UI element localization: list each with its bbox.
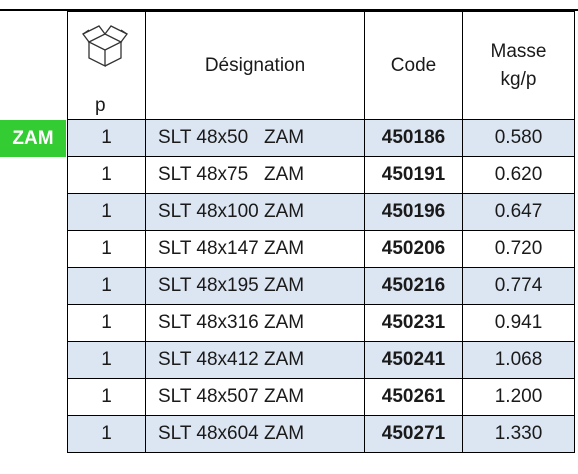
code-cell: 450216 [364, 267, 463, 305]
qty-cell: 1 [67, 415, 146, 453]
qty-cell: 1 [67, 267, 146, 305]
masse-header: Masse kg/p [462, 11, 575, 120]
qty-cell: 1 [67, 378, 146, 416]
designation-header: Désignation [145, 11, 365, 120]
code-cell: 450271 [364, 415, 463, 453]
qty-cell: 1 [67, 304, 146, 342]
masse-header-line2: kg/p [500, 68, 537, 90]
pack-header: p [67, 11, 146, 120]
qty-cell: 1 [67, 341, 146, 379]
code-cell: 450191 [364, 156, 463, 194]
designation-cell: SLT 48x195 ZAM [145, 267, 365, 305]
masse-cell: 0.941 [462, 304, 575, 342]
pack-unit-label: p [95, 95, 106, 116]
designation-cell: SLT 48x507 ZAM [145, 378, 365, 416]
code-cell: 450231 [364, 304, 463, 342]
table-row: 1 SLT 48x507 ZAM 450261 1.200 [67, 378, 575, 416]
qty-cell: 1 [67, 193, 146, 231]
designation-cell: SLT 48x604 ZAM [145, 415, 365, 453]
product-table: p Désignation Code Masse kg/p 1 SLT 48x5… [67, 11, 575, 453]
masse-cell: 0.774 [462, 267, 575, 305]
box-icon [82, 25, 128, 68]
header-row: p Désignation Code Masse kg/p [67, 11, 575, 120]
table-row: 1 SLT 48x50 ZAM 450186 0.580 [67, 119, 575, 157]
masse-cell: 1.330 [462, 415, 575, 453]
code-cell: 450196 [364, 193, 463, 231]
masse-cell: 0.720 [462, 230, 575, 268]
table-row: 1 SLT 48x412 ZAM 450241 1.068 [67, 341, 575, 379]
code-cell: 450186 [364, 119, 463, 157]
masse-cell: 0.647 [462, 193, 575, 231]
designation-cell: SLT 48x50 ZAM [145, 119, 365, 157]
table-row: 1 SLT 48x100 ZAM 450196 0.647 [67, 193, 575, 231]
masse-cell: 1.068 [462, 341, 575, 379]
table-row: 1 SLT 48x316 ZAM 450231 0.941 [67, 304, 575, 342]
designation-cell: SLT 48x316 ZAM [145, 304, 365, 342]
table-row: 1 SLT 48x75 ZAM 450191 0.620 [67, 156, 575, 194]
masse-cell: 0.620 [462, 156, 575, 194]
masse-header-line1: Masse [490, 40, 547, 62]
designation-cell: SLT 48x100 ZAM [145, 193, 365, 231]
table-row: 1 SLT 48x147 ZAM 450206 0.720 [67, 230, 575, 268]
table-row: 1 SLT 48x195 ZAM 450216 0.774 [67, 267, 575, 305]
qty-cell: 1 [67, 119, 146, 157]
qty-cell: 1 [67, 156, 146, 194]
code-header: Code [364, 11, 463, 120]
zam-badge: ZAM [0, 120, 66, 157]
designation-cell: SLT 48x412 ZAM [145, 341, 365, 379]
qty-cell: 1 [67, 230, 146, 268]
code-cell: 450241 [364, 341, 463, 379]
masse-cell: 0.580 [462, 119, 575, 157]
code-cell: 450206 [364, 230, 463, 268]
code-cell: 450261 [364, 378, 463, 416]
masse-cell: 1.200 [462, 378, 575, 416]
table-row: 1 SLT 48x604 ZAM 450271 1.330 [67, 415, 575, 453]
designation-cell: SLT 48x147 ZAM [145, 230, 365, 268]
designation-cell: SLT 48x75 ZAM [145, 156, 365, 194]
